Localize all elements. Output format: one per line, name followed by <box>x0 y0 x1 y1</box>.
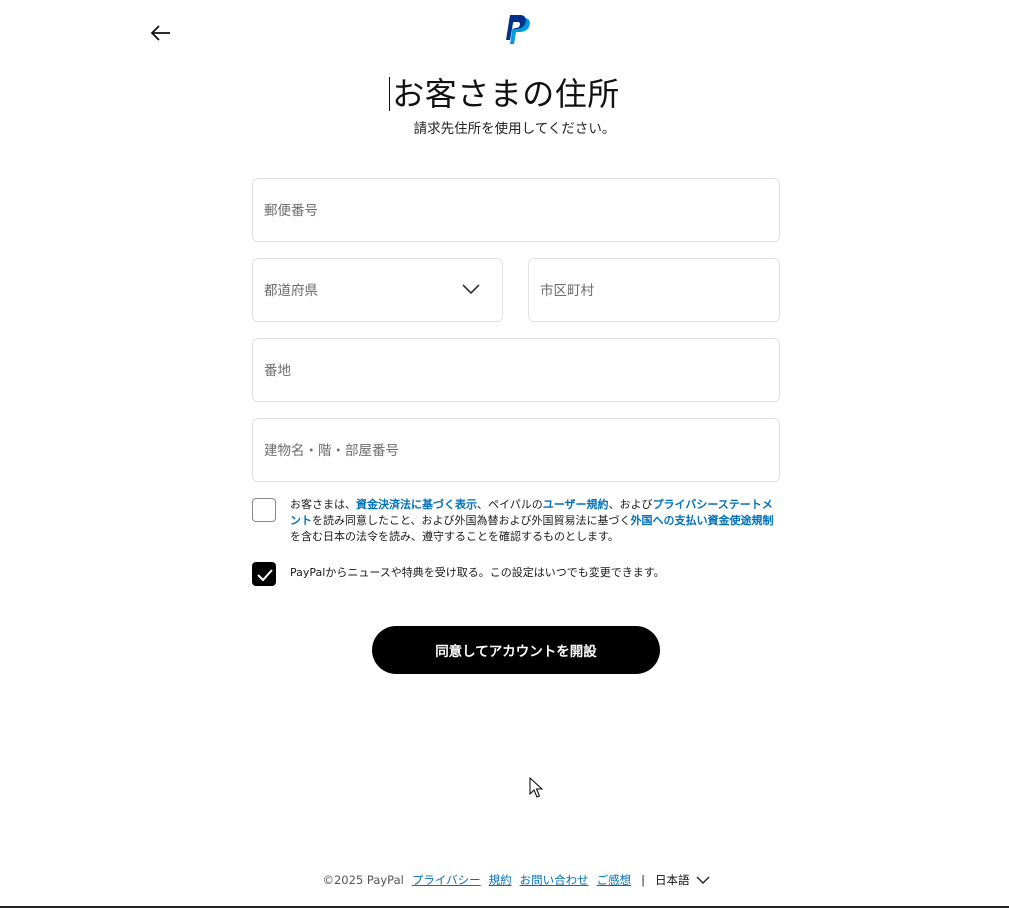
footer: ©2025 PayPal プライバシー 規約 お問い合わせ ご感想 | 日本語 <box>0 872 1009 888</box>
page-subtitle: 請求先住所を使用してください。 <box>413 121 616 137</box>
prefecture-placeholder: 都道府県 <box>264 283 318 299</box>
postal-code-field[interactable]: 郵便番号 <box>252 178 780 242</box>
consent-text-part: 、および <box>608 498 653 511</box>
checkmark-icon <box>257 569 273 582</box>
footer-link-contact[interactable]: お問い合わせ <box>520 872 589 888</box>
consent-text-part: お客さまは、 <box>290 498 356 511</box>
footer-link-feedback[interactable]: ご感想 <box>597 872 632 888</box>
consent-checkbox[interactable] <box>252 498 276 522</box>
language-label: 日本語 <box>655 873 690 887</box>
paypal-logo-icon <box>500 14 534 50</box>
chevron-down-icon <box>696 876 709 884</box>
copyright: ©2025 PayPal <box>322 873 404 887</box>
payment-services-act-link[interactable]: 資金決済法に基づく表示 <box>356 498 477 511</box>
page-title: お客さまの住所 <box>0 74 1009 114</box>
back-button[interactable] <box>148 20 174 46</box>
city-field[interactable]: 市区町村 <box>528 258 780 322</box>
newsletter-label: PayPalからニュースや特典を受け取る。この設定はいつでも変更できます。 <box>290 566 665 579</box>
consent-text-part: を読み同意したこと、および外国為替および外国貿易法に基づく <box>312 514 631 527</box>
building-placeholder: 建物名・階・部屋番号 <box>264 443 399 459</box>
chevron-down-icon <box>462 284 480 295</box>
footer-separator: | <box>641 873 645 887</box>
consent-text-part: 、ペイパルの <box>477 498 543 511</box>
consent-text: お客さまは、資金決済法に基づく表示、ペイパルのユーザー規約、およびプライバシース… <box>290 497 780 545</box>
page-title-text: お客さまの住所 <box>392 75 620 113</box>
user-agreement-link[interactable]: ユーザー規約 <box>543 498 609 511</box>
consent-text-part: を含む日本の法令を読み、遵守することを確認するものとします。 <box>290 530 619 543</box>
building-field[interactable]: 建物名・階・部屋番号 <box>252 418 780 482</box>
prefecture-select[interactable]: 都道府県 <box>252 258 503 322</box>
postal-code-placeholder: 郵便番号 <box>264 203 318 219</box>
city-placeholder: 市区町村 <box>540 283 594 299</box>
mouse-pointer-icon <box>529 776 544 803</box>
street-placeholder: 番地 <box>264 363 291 379</box>
foreign-payment-regulation-link[interactable]: 外国への支払い資金使途規制 <box>631 514 774 527</box>
footer-link-terms[interactable]: 規約 <box>489 872 512 888</box>
newsletter-checkbox[interactable] <box>252 562 276 586</box>
agree-and-create-account-button[interactable]: 同意してアカウントを開設 <box>372 626 660 674</box>
street-field[interactable]: 番地 <box>252 338 780 402</box>
footer-link-privacy[interactable]: プライバシー <box>412 872 481 888</box>
arrow-left-icon <box>150 25 170 41</box>
text-cursor <box>389 77 391 111</box>
language-selector[interactable]: 日本語 <box>655 872 710 888</box>
